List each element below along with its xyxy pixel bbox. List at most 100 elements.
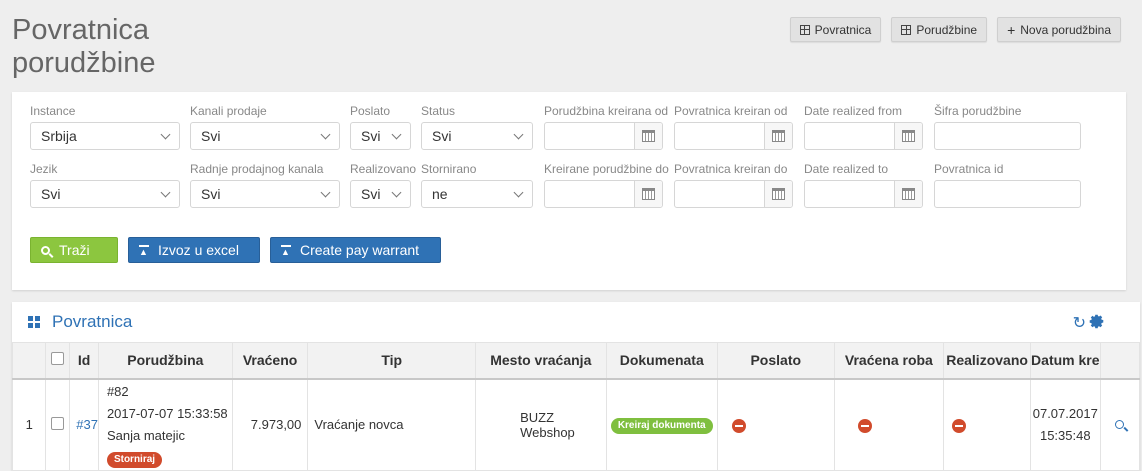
stornirano-label: Stornirano: [421, 162, 477, 176]
grid-title: Povratnica: [52, 312, 133, 331]
realizovano-select[interactable]: Svi: [350, 180, 411, 208]
select-all-checkbox[interactable]: [51, 352, 65, 366]
row-type: Vraćanje novca: [307, 377, 477, 471]
create-pay-warrant-button[interactable]: Create pay warrant: [270, 237, 441, 263]
realizovano-label: Realizovano: [350, 162, 417, 176]
chevron-down-icon: [513, 129, 524, 139]
povratnica-id-field: Povratnica id: [934, 162, 1081, 208]
porudzbine-do-field: Kreirane porudžbine do: [544, 162, 669, 208]
instance-field: Instance Srbija: [30, 104, 180, 150]
row-returned-amount: 7.973,00: [231, 377, 309, 471]
upload-icon: [281, 244, 291, 259]
windows-grid-icon: [28, 316, 40, 328]
col-vraceno[interactable]: Vraćeno: [231, 342, 309, 379]
realizovano-value: Svi: [361, 186, 381, 202]
sifra-input[interactable]: [934, 122, 1081, 150]
povratnica-button[interactable]: Povratnica: [789, 17, 882, 42]
grid-panel: Povratnica ↻ Id Porudžbina Vraćeno Tip M…: [11, 302, 1141, 471]
chevron-down-icon: [320, 129, 331, 139]
porudzbine-do-label: Kreirane porudžbine do: [544, 162, 669, 176]
povratnica-do-label: Povratnica kreiran do: [674, 162, 788, 176]
realized-to-input[interactable]: [804, 180, 923, 208]
search-icon[interactable]: [1115, 420, 1125, 430]
jezik-field: Jezik Svi: [30, 162, 180, 208]
porudzbina-od-label: Porudžbina kreirana od: [544, 104, 669, 118]
kanali-select[interactable]: Svi: [190, 122, 340, 150]
calendar-icon[interactable]: [764, 181, 792, 207]
col-poslato[interactable]: Poslato: [716, 342, 835, 379]
col-tip[interactable]: Tip: [307, 342, 477, 379]
row-order-cell: #82 2017-07-07 15:33:58 Sanja matejic St…: [97, 377, 233, 471]
stornirano-value: ne: [432, 186, 448, 202]
povratnica-od-label: Povratnica kreiran od: [674, 104, 788, 118]
calendar-icon[interactable]: [764, 123, 792, 149]
storniraj-badge[interactable]: Storniraj: [106, 451, 163, 468]
col-actions: [1099, 342, 1141, 379]
col-dokumenata[interactable]: Dokumenata: [605, 342, 718, 379]
search-button[interactable]: Traži: [30, 237, 118, 263]
col-realizovano[interactable]: Realizovano: [943, 342, 1032, 379]
kanali-field: Kanali prodaje Svi: [190, 104, 340, 150]
calendar-icon[interactable]: [894, 181, 922, 207]
status-select[interactable]: Svi: [421, 122, 533, 150]
gear-icon[interactable]: [1089, 314, 1106, 331]
export-excel-button[interactable]: Izvoz u excel: [128, 237, 260, 263]
status-label: Status: [421, 104, 456, 118]
povratnica-id-input[interactable]: [934, 180, 1081, 208]
filter-panel: Instance Srbija Kanali prodaje Svi Posla…: [12, 92, 1126, 290]
povratnica-do-input[interactable]: [674, 180, 793, 208]
realizovano-field: Realizovano Svi: [350, 162, 417, 208]
row-date: 07.07.2017: [1032, 405, 1098, 421]
order-date: 2017-07-07 15:33:58: [106, 405, 228, 421]
instance-select[interactable]: Srbija: [30, 122, 180, 150]
porudzbina-od-input[interactable]: [544, 122, 663, 150]
povratnica-id-label: Povratnica id: [934, 162, 1004, 176]
grid-icon: [901, 24, 912, 35]
povratnica-od-input[interactable]: [674, 122, 793, 150]
radnje-select[interactable]: Svi: [190, 180, 340, 208]
povratnica-od-field: Povratnica kreiran od: [674, 104, 793, 150]
refresh-icon[interactable]: ↻: [1073, 316, 1086, 332]
porudzbine-button-label: Porudžbine: [916, 22, 978, 37]
realized-from-input[interactable]: [804, 122, 923, 150]
row-id-link[interactable]: #37: [69, 377, 99, 471]
col-id[interactable]: Id: [69, 342, 99, 379]
calendar-icon[interactable]: [634, 181, 662, 207]
row-time: 15:35:48: [1039, 427, 1091, 443]
top-actions: Povratnica Porudžbine + Nova porudžbina: [789, 17, 1121, 42]
minus-circle-icon: [731, 418, 746, 433]
row-number: 1: [11, 377, 47, 471]
col-datum[interactable]: Datum kre: [1030, 342, 1101, 379]
grid-header: Povratnica: [12, 302, 1140, 342]
poslato-select[interactable]: Svi: [350, 122, 411, 150]
porudzbine-do-input[interactable]: [544, 180, 663, 208]
instance-label: Instance: [30, 104, 76, 118]
order-number: #82: [106, 383, 129, 399]
stornirano-select[interactable]: ne: [421, 180, 533, 208]
row-poslato-cell: [716, 377, 835, 471]
col-mesto[interactable]: Mesto vraćanja: [475, 342, 607, 379]
row-actions-cell: [1099, 377, 1141, 471]
order-customer: Sanja matejic: [106, 427, 185, 443]
calendar-icon[interactable]: [894, 123, 922, 149]
radnje-field: Radnje prodajnog kanala Svi: [190, 162, 340, 208]
stornirano-field: Stornirano ne: [421, 162, 533, 208]
poslato-label: Poslato: [350, 104, 391, 118]
returns-table: Id Porudžbina Vraćeno Tip Mesto vraćanja…: [11, 342, 1141, 471]
porudzbine-button[interactable]: Porudžbine: [891, 17, 988, 42]
col-vracena-roba[interactable]: Vraćena roba: [833, 342, 945, 379]
calendar-icon[interactable]: [634, 123, 662, 149]
status-field: Status Svi: [421, 104, 533, 150]
jezik-select[interactable]: Svi: [30, 180, 180, 208]
kreiraj-dokumenta-badge[interactable]: Kreiraj dokumenta: [610, 417, 713, 434]
row-vracena-roba-cell: [833, 377, 945, 471]
chevron-down-icon: [160, 187, 171, 197]
grid-icon: [799, 24, 810, 35]
row-checkbox[interactable]: [51, 416, 65, 430]
row-docs-cell: Kreiraj dokumenta: [605, 377, 718, 471]
nova-porudzbina-button[interactable]: + Nova porudžbina: [997, 17, 1121, 42]
col-num: [11, 342, 47, 379]
realized-from-label: Date realized from: [804, 104, 903, 118]
col-porudzbina[interactable]: Porudžbina: [97, 342, 233, 379]
radnje-value: Svi: [201, 186, 221, 202]
